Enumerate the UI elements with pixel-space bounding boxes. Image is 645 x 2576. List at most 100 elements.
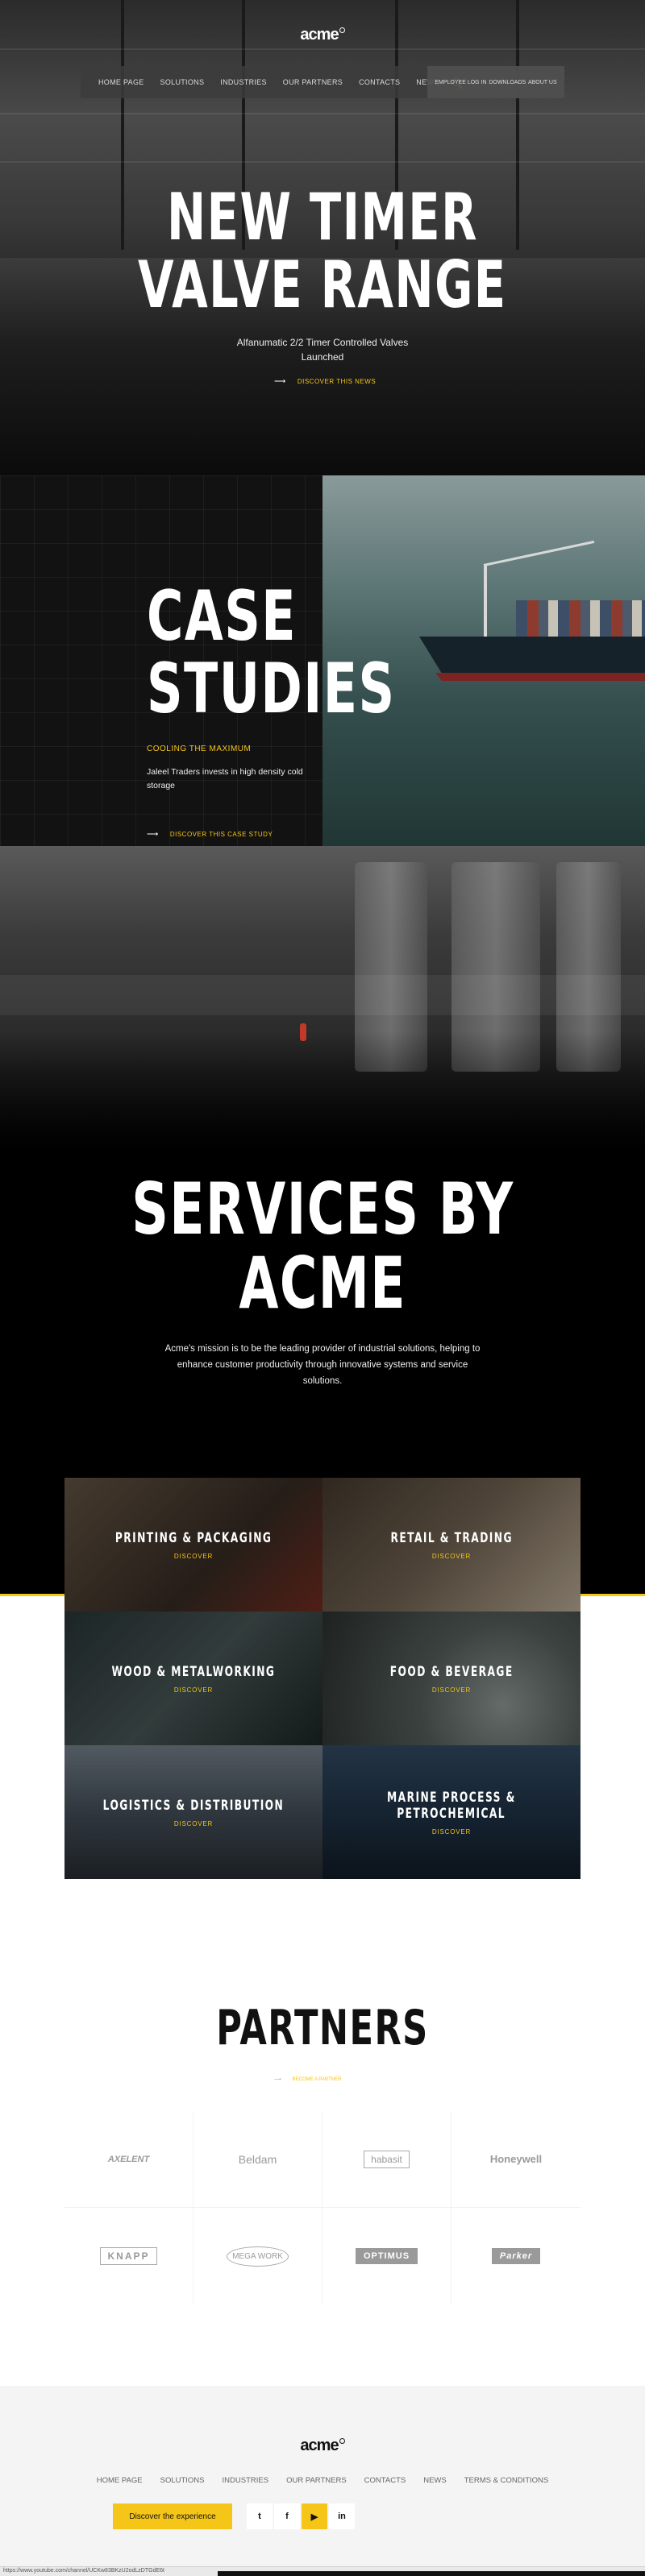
discover-case-label: DISCOVER THIS CASE STUDY [169,831,273,838]
partner-logo-beldam[interactable]: Beldam [194,2111,322,2208]
status-bar-fill [218,2571,645,2576]
discover-news-link[interactable]: ⟶ DISCOVER THIS NEWS [274,377,376,386]
services-title-line1: SERVICES BY [131,1168,514,1251]
nav-item-home[interactable]: HOME PAGE [98,78,144,86]
hero-title-line1: NEW TIMER [167,180,478,255]
warehouse-truss [0,113,645,114]
twitter-icon[interactable]: t [247,2503,273,2529]
tile-discover-link[interactable]: DISCOVER [432,1553,471,1560]
discover-news-label: DISCOVER THIS NEWS [297,378,377,385]
tile-title-line1: MARINE PROCESS & [387,1789,516,1806]
become-partner-link[interactable]: ⟶ BECOME A PARTNER [274,2076,342,2083]
nav-item-industries[interactable]: INDUSTRIES [220,78,267,86]
tile-title: LOGISTICS & DISTRIBUTION [102,1797,285,1814]
case-studies-title: CASE STUDIES [147,580,493,725]
tile-logistics-distribution[interactable]: LOGISTICS & DISTRIBUTION DISCOVER [64,1745,322,1879]
partner-logo-text: Parker [491,2248,541,2264]
nav-item-partners[interactable]: OUR PARTNERS [283,78,343,86]
nav-about-us[interactable]: ABOUT US [528,80,557,85]
linkedin-icon[interactable]: in [329,2503,355,2529]
footer-nav-partners[interactable]: OUR PARTNERS [286,2476,347,2485]
footer-logo[interactable]: acme [0,2437,645,2455]
hero-subtitle-line1: Alfanumatic 2/2 Timer Controlled Valves [236,337,409,348]
partner-logo-text: KNAPP [100,2247,157,2265]
tile-title: RETAIL & TRADING [390,1529,513,1546]
partner-logo-honeywell[interactable]: Honeywell [452,2111,580,2208]
warehouse-truss [0,48,645,50]
tile-retail-trading[interactable]: RETAIL & TRADING DISCOVER [322,1478,580,1612]
arrow-right-icon: ⟶ [147,830,159,839]
youtube-icon[interactable]: ▶ [302,2503,327,2529]
tile-discover-link[interactable]: DISCOVER [174,1686,213,1694]
footer-logo-text: acme [300,2437,339,2454]
factory-walkway [0,975,645,1015]
services-text: Acme's mission is to be the leading prov… [164,1344,481,1386]
partner-logo-habasit[interactable]: habasit [322,2111,452,2208]
footer-nav-terms[interactable]: TERMS & CONDITIONS [464,2476,549,2485]
partner-logos: AXELENT Beldam habasit Honeywell KNAPP M… [64,2111,580,2304]
partner-logo-text: Honeywell [489,2153,543,2165]
partner-logo-text: habasit [364,2150,410,2168]
nav-downloads[interactable]: DOWNLOADS [489,80,526,85]
nav-item-solutions[interactable]: SOLUTIONS [160,78,205,86]
hero-title: NEW TIMER VALVE RANGE [0,184,645,319]
partner-logo-axelent[interactable]: AXELENT [64,2111,194,2208]
browser-status-bar: https://www.youtube.com/channel/UCKw83BK… [0,2566,645,2576]
tile-title-line2: PETROCHEMICAL [397,1805,506,1822]
partners-title: PARTNERS [0,2002,645,2054]
ship-containers [516,600,645,637]
arrow-right-icon: ⟶ [274,2077,281,2082]
logo-ring-icon [339,27,345,33]
arrow-right-icon: ⟶ [274,377,286,386]
footer-nav-contacts[interactable]: CONTACTS [364,2476,406,2485]
facebook-icon[interactable]: f [274,2503,300,2529]
case-kicker: COOLING THE MAXIMUM [147,745,252,753]
hero-subtitle: Alfanumatic 2/2 Timer Controlled Valves … [0,335,645,364]
footer-nav-news[interactable]: NEWS [423,2476,447,2485]
factory-fade [0,1031,645,1152]
partner-logo-text: MEGA WORK [227,2246,289,2267]
discover-case-link[interactable]: ⟶ DISCOVER THIS CASE STUDY [147,830,273,839]
tile-title: FOOD & BEVERAGE [389,1663,514,1680]
tile-food-beverage[interactable]: FOOD & BEVERAGE DISCOVER [322,1612,580,1745]
tile-printing-packaging[interactable]: PRINTING & PACKAGING DISCOVER [64,1478,322,1612]
services-title-line2: ACME [239,1242,406,1325]
nav-item-contacts[interactable]: CONTACTS [359,78,400,86]
partners-title-text: PARTNERS [216,2000,429,2056]
partner-logo-text: Beldam [238,2152,277,2166]
hero-title-line2: VALVE RANGE [138,247,507,322]
logo-ring-icon [339,2438,345,2444]
tile-discover-link[interactable]: DISCOVER [432,1686,471,1694]
case-title-line1: CASE [147,576,298,657]
tile-discover-link[interactable]: DISCOVER [432,1828,471,1836]
partner-logo-text: OPTIMUS [355,2248,418,2264]
tile-discover-link[interactable]: DISCOVER [174,1820,213,1827]
footer-nav-solutions[interactable]: SOLUTIONS [160,2476,205,2485]
warehouse-truss [0,161,645,163]
tile-discover-link[interactable]: DISCOVER [174,1553,213,1560]
become-partner-label: BECOME A PARTNER [292,2076,342,2082]
footer-nav: HOME PAGE SOLUTIONS INDUSTRIES OUR PARTN… [0,2476,645,2485]
nav-employee-login[interactable]: EMPLOYEE LOG IN [435,80,486,85]
partner-logo-knapp[interactable]: KNAPP [64,2208,194,2304]
partner-logo-parker[interactable]: Parker [452,2208,580,2304]
hero-subtitle-line2: Launched [301,351,344,363]
main-nav: HOME PAGE SOLUTIONS INDUSTRIES OUR PARTN… [81,66,564,98]
tile-title: PRINTING & PACKAGING [114,1529,273,1546]
logo-text: acme [300,26,339,44]
services-title: SERVICES BY ACME [0,1172,645,1321]
discover-experience-button[interactable]: Discover the experience [113,2503,232,2529]
tile-marine-petrochemical[interactable]: MARINE PROCESS & PETROCHEMICAL DISCOVER [322,1745,580,1879]
footer-nav-industries[interactable]: INDUSTRIES [223,2476,269,2485]
case-text: Jaleel Traders invests in high density c… [147,767,303,790]
services-tiles: PRINTING & PACKAGING DISCOVER RETAIL & T… [64,1478,580,1879]
footer-nav-home[interactable]: HOME PAGE [97,2476,143,2485]
site-logo[interactable]: acme [0,26,645,44]
status-url: https://www.youtube.com/channel/UCKw83BK… [3,2568,164,2574]
factory-image [0,846,645,1152]
partner-logo-optimus[interactable]: OPTIMUS [322,2208,452,2304]
tile-title: WOOD & METALWORKING [111,1663,276,1680]
tile-wood-metalworking[interactable]: WOOD & METALWORKING DISCOVER [64,1612,322,1745]
partner-logo-megawork[interactable]: MEGA WORK [194,2208,322,2304]
factory-worker [300,1023,306,1041]
